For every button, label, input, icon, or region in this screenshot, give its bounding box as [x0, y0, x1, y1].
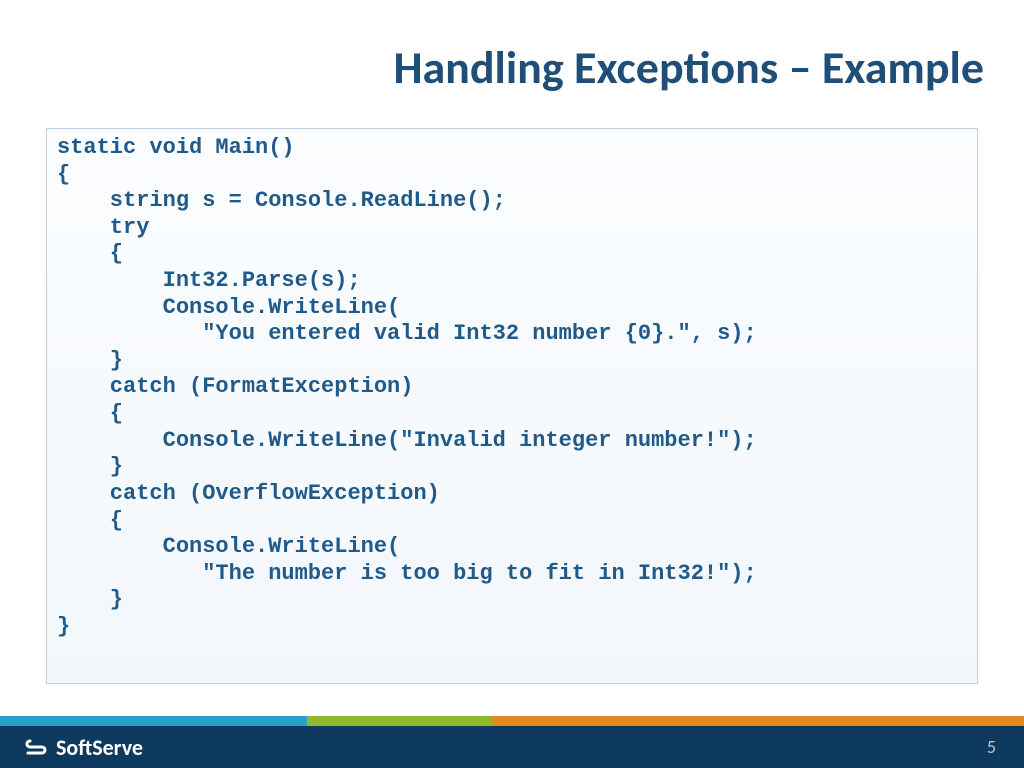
accent-stripe — [0, 716, 1024, 726]
brand: SoftServe — [24, 734, 143, 761]
code-block: static void Main() { string s = Console.… — [46, 128, 978, 684]
footer-bar: SoftServe 5 — [0, 726, 1024, 768]
footer: SoftServe 5 — [0, 716, 1024, 768]
brand-logo-icon — [24, 735, 48, 759]
slide-title: Handling Exceptions – Example — [0, 40, 984, 96]
slide-number: 5 — [987, 736, 996, 758]
slide: Handling Exceptions – Example static voi… — [0, 0, 1024, 768]
brand-name: SoftServe — [56, 734, 143, 761]
